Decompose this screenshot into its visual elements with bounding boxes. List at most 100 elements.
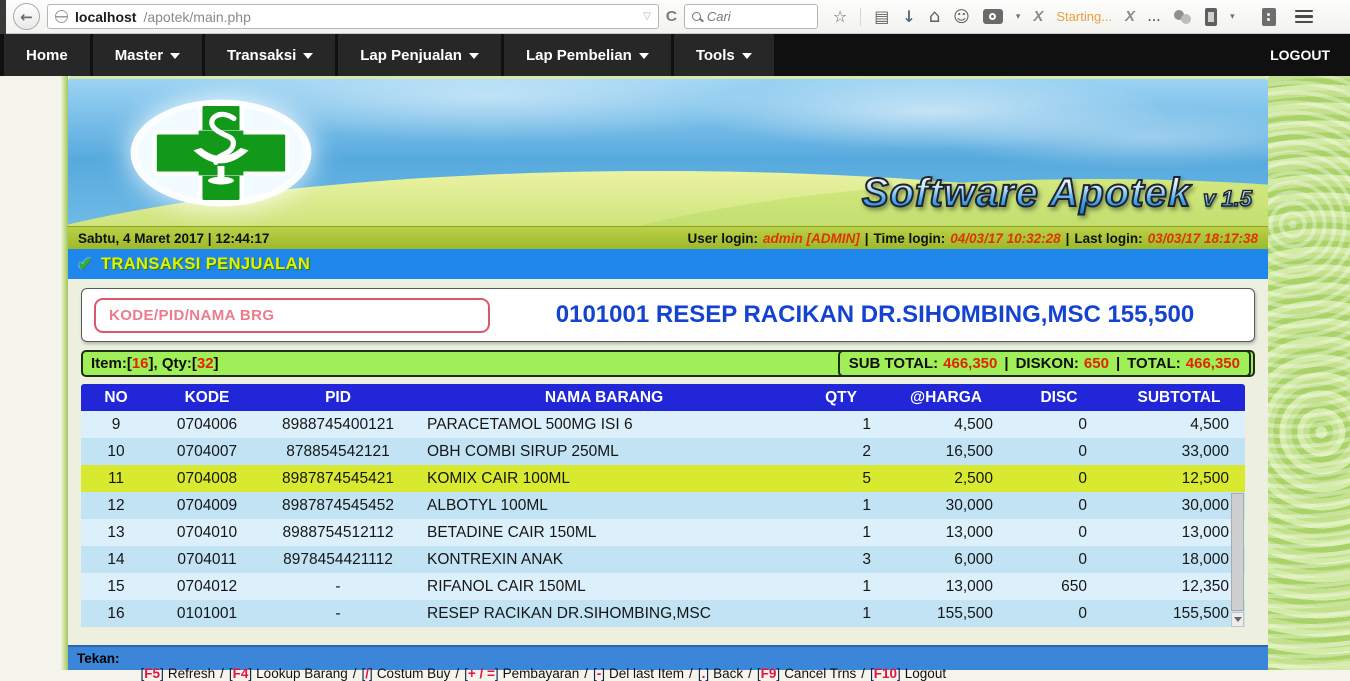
nav-item-label: Home bbox=[26, 47, 68, 64]
user-login-label: User login: bbox=[687, 231, 758, 246]
shortcut-label: Del last Item bbox=[609, 666, 684, 681]
shortcut-key: F10 bbox=[874, 666, 897, 681]
chevron-down-icon bbox=[303, 53, 313, 59]
item-qty-summary: Item:[16], Qty:[32] bbox=[91, 355, 219, 372]
url-bar[interactable]: localhost /apotek/main.php ▽ bbox=[47, 4, 659, 29]
bracket: ] bbox=[601, 666, 605, 681]
kode-input[interactable] bbox=[94, 298, 490, 333]
table-header: NO KODE PID NAMA BARANG QTY @HARGA DISC … bbox=[81, 384, 1245, 411]
cell-qty: 1 bbox=[795, 497, 887, 515]
cut-tool-icon[interactable]: X bbox=[1033, 8, 1043, 25]
table-row[interactable]: 16 0101001 - RESEP RACIKAN DR.SIHOMBING,… bbox=[81, 600, 1245, 627]
cell-subtotal: 12,500 bbox=[1113, 470, 1245, 488]
sidebar-panel-icon[interactable] bbox=[1262, 8, 1276, 26]
nav-item[interactable]: Transaksi bbox=[205, 34, 335, 76]
cell-harga: 16,500 bbox=[887, 443, 1005, 461]
nav-item[interactable]: Lap Pembelian bbox=[504, 34, 671, 76]
cell-subtotal: 4,500 bbox=[1113, 416, 1245, 434]
download-icon[interactable]: ↓ bbox=[902, 9, 915, 25]
table-row[interactable]: 10 0704007 878854542121 OBH COMBI SIRUP … bbox=[81, 438, 1245, 465]
table-row[interactable]: 9 0704006 8988745400121 PARACETAMOL 500M… bbox=[81, 411, 1245, 438]
reading-list-icon[interactable]: ▤ bbox=[874, 9, 889, 25]
menu-icon[interactable] bbox=[1295, 10, 1313, 24]
bracket: ] bbox=[705, 666, 709, 681]
cell-pid: - bbox=[263, 578, 413, 596]
table-scrollbar[interactable] bbox=[1231, 411, 1244, 627]
diskon-value: 650 bbox=[1084, 355, 1109, 372]
shortcut-label: Refresh bbox=[168, 666, 215, 681]
cell-disc: 0 bbox=[1005, 443, 1113, 461]
back-button[interactable]: ← bbox=[13, 3, 40, 30]
cut-tool-icon-2[interactable]: X bbox=[1125, 8, 1135, 25]
time-login-value: 04/03/17 10:32:28 bbox=[950, 231, 1060, 246]
table-row[interactable]: 15 0704012 - RIFANOL CAIR 150ML 1 13,000… bbox=[81, 573, 1245, 600]
cell-no: 9 bbox=[81, 416, 151, 434]
shortcut-label: Costum Buy bbox=[377, 666, 451, 681]
battery-icon[interactable] bbox=[1205, 8, 1217, 26]
cell-kode: 0704012 bbox=[151, 578, 263, 596]
scrollbar-down-button[interactable] bbox=[1231, 612, 1244, 627]
chat-icon[interactable]: ☺ bbox=[953, 9, 970, 25]
nav-item[interactable]: Lap Penjualan bbox=[338, 34, 501, 76]
page-title: TRANSAKSI PENJUALAN bbox=[101, 255, 310, 274]
qty-count: 32 bbox=[197, 355, 214, 372]
cell-kode: 0704008 bbox=[151, 470, 263, 488]
shortcut-key: + / = bbox=[468, 666, 495, 681]
cell-disc: 0 bbox=[1005, 470, 1113, 488]
cell-disc: 0 bbox=[1005, 416, 1113, 434]
table-row[interactable]: 11 0704008 8987874545421 KOMIX CAIR 100M… bbox=[81, 465, 1245, 492]
cell-disc: 650 bbox=[1005, 578, 1113, 596]
cell-nama: KOMIX CAIR 100ML bbox=[413, 470, 795, 488]
shortcut-label: Lookup Barang bbox=[256, 666, 348, 681]
browser-toolbar: ☆ ▤ ↓ ⌂ ☺ ▾ X Starting... X ... ▾ bbox=[825, 8, 1342, 26]
url-dropdown-icon[interactable]: ▽ bbox=[643, 11, 651, 22]
subtotal-label: SUB TOTAL: bbox=[849, 355, 938, 372]
cell-disc: 0 bbox=[1005, 551, 1113, 569]
cell-qty: 1 bbox=[795, 578, 887, 596]
cell-disc: 0 bbox=[1005, 524, 1113, 542]
cell-subtotal: 12,350 bbox=[1113, 578, 1245, 596]
more-dots[interactable]: ... bbox=[1148, 10, 1161, 24]
nav-item[interactable]: Tools bbox=[674, 34, 774, 76]
nav-item[interactable]: Master bbox=[93, 34, 202, 76]
separator: / bbox=[220, 666, 224, 681]
cell-kode: 0101001 bbox=[151, 605, 263, 623]
shortcut-list: [F5]Refresh/[F4]Lookup Barang/[/]Costum … bbox=[126, 636, 947, 681]
cell-subtotal: 18,000 bbox=[1113, 551, 1245, 569]
table-row[interactable]: 13 0704010 8988754512112 BETADINE CAIR 1… bbox=[81, 519, 1245, 546]
table-row[interactable]: 12 0704009 8987874545452 ALBOTYL 100ML 1… bbox=[81, 492, 1245, 519]
logout-button[interactable]: LOGOUT bbox=[1250, 34, 1350, 76]
brand-version: v 1.5 bbox=[1203, 186, 1252, 212]
search-input[interactable]: Cari bbox=[684, 4, 818, 29]
nav-item-label: Tools bbox=[696, 47, 735, 64]
colors-icon[interactable] bbox=[1174, 9, 1192, 25]
work-area: 0101001 RESEP RACIKAN DR.SIHOMBING,MSC 1… bbox=[68, 279, 1268, 645]
screenshot-camera-icon[interactable] bbox=[983, 9, 1003, 24]
scrollbar-thumb[interactable] bbox=[1231, 493, 1244, 611]
bracket: ] bbox=[776, 666, 780, 681]
cell-harga: 6,000 bbox=[887, 551, 1005, 569]
cell-pid: 8987874545421 bbox=[263, 470, 413, 488]
starting-status: Starting... bbox=[1056, 9, 1112, 24]
chevron-down-icon-2[interactable]: ▾ bbox=[1230, 12, 1235, 22]
reload-icon[interactable]: C bbox=[666, 8, 677, 25]
bookmark-star-icon[interactable]: ☆ bbox=[833, 9, 847, 25]
shortcut-item: [-]Del last Item/ bbox=[593, 666, 698, 681]
cell-kode: 0704010 bbox=[151, 524, 263, 542]
shortcut-key: F4 bbox=[233, 666, 249, 681]
bracket: ] bbox=[897, 666, 901, 681]
home-icon[interactable]: ⌂ bbox=[929, 8, 940, 26]
nav-item[interactable]: Home bbox=[4, 34, 90, 76]
header-harga: @HARGA bbox=[887, 389, 1005, 407]
shortcut-label: Logout bbox=[905, 666, 946, 681]
chevron-down-icon[interactable]: ▾ bbox=[1016, 12, 1021, 22]
separator: | bbox=[1066, 231, 1070, 246]
nav-item-label: Lap Pembelian bbox=[526, 47, 632, 64]
header-pid: PID bbox=[263, 389, 413, 407]
table-row[interactable]: 14 0704011 8978454421112 KONTREXIN ANAK … bbox=[81, 546, 1245, 573]
cell-pid: - bbox=[263, 605, 413, 623]
user-login-value: admin [ADMIN] bbox=[763, 231, 860, 246]
cell-qty: 3 bbox=[795, 551, 887, 569]
login-info: User login: admin [ADMIN] | Time login: … bbox=[687, 231, 1258, 246]
shortcut-item: [/]Costum Buy/ bbox=[362, 666, 465, 681]
